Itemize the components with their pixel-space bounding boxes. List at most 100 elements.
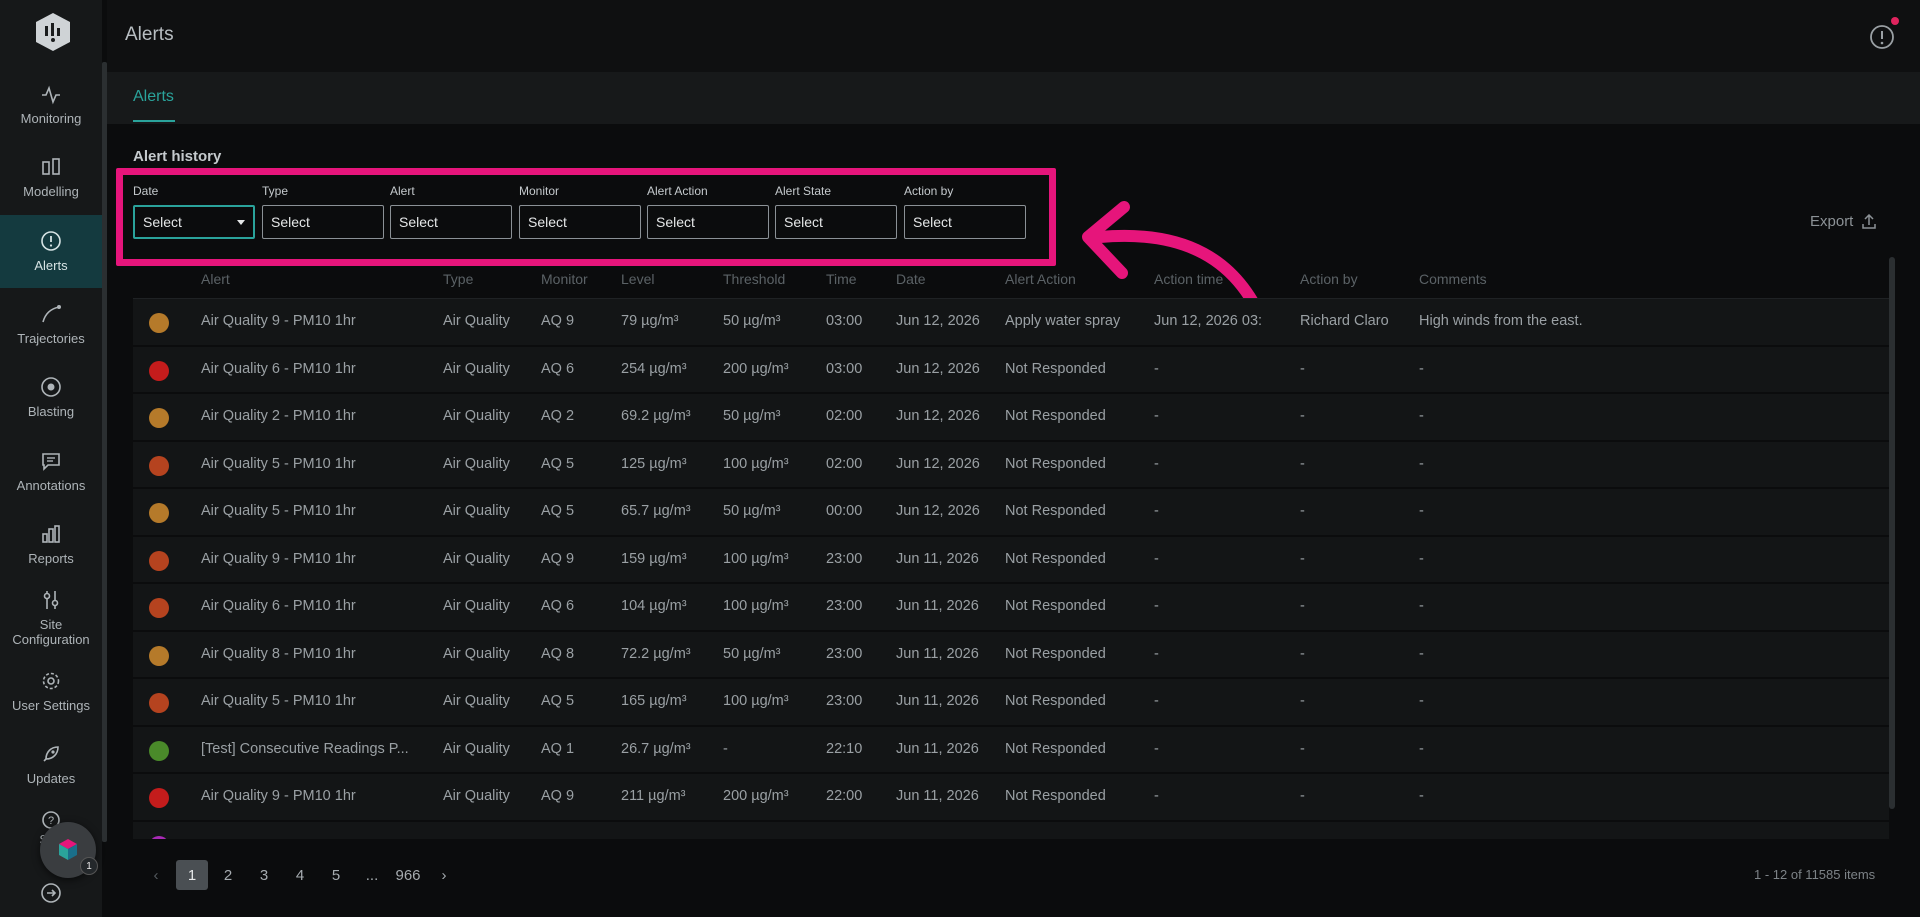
table-cell: - — [1300, 693, 1305, 709]
sidebar-item-alerts[interactable]: Alerts — [0, 214, 102, 288]
modelling-icon — [42, 158, 60, 176]
severity-indicator — [149, 835, 169, 839]
table-cell: - — [1300, 503, 1305, 519]
severity-indicator — [149, 645, 169, 666]
page-button[interactable]: 5 — [320, 860, 352, 890]
table-cell: - — [1300, 645, 1305, 662]
table-header: Alert Type Monitor Level Threshold Time Date Al… — [133, 257, 1889, 299]
column-header[interactable]: Action time — [1154, 271, 1264, 287]
sidebar-item-annotations[interactable]: Annotations — [0, 434, 102, 507]
sidebar-item-blasting[interactable]: Blasting — [0, 361, 102, 434]
table-row[interactable]: Air Quality 5 - PM10 1hr Air Quality AQ 5 1… — [133, 441, 1889, 489]
table-row[interactable]: Air Quality 6 - PM10 1hr Air Quality AQ 6 1… — [133, 584, 1889, 632]
sidebar: Monitoring Modelling Alerts Trajectories Bla… — [0, 0, 102, 917]
column-header[interactable]: Level — [621, 271, 716, 287]
sliders-icon — [43, 590, 59, 609]
severity-indicator — [149, 693, 169, 713]
table-cell: - — [1300, 598, 1305, 614]
notifications-icon[interactable] — [1869, 24, 1895, 50]
sidebar-item-updates[interactable]: Updates — [0, 728, 102, 801]
severity-indicator — [149, 550, 169, 571]
table-row[interactable]: Air Quality 9 - PM10 1hr Air Quality AQ 9 2… — [133, 774, 1889, 822]
column-header[interactable]: Comments — [1419, 271, 1869, 287]
table-row[interactable]: Air Quality 5 - PM10 1hr Air Quality AQ 5 1… — [133, 679, 1889, 727]
tab-alerts[interactable]: Alerts — [133, 88, 174, 106]
table-cell: - — [1300, 408, 1305, 424]
table-cell: Air Quality 9 - PM10 1hr — [201, 788, 356, 804]
pagination-info: 1 - 12 of 11585 items — [1754, 867, 1876, 882]
column-header[interactable]: Alert Action — [1005, 271, 1145, 287]
page-button[interactable]: 4 — [284, 860, 316, 890]
table-row[interactable]: Air Quality 5 - PM10 1hr Air Quality AQ 5 6… — [133, 489, 1889, 537]
sidebar-item-label: Reports — [28, 550, 74, 566]
table-row[interactable]: Air Quality 9 - PM10 1hr Air Quality AQ 9 1… — [133, 536, 1889, 584]
logo-icon[interactable] — [34, 12, 72, 52]
column-header[interactable]: Time — [826, 271, 891, 287]
table-scrollbar[interactable] — [1889, 257, 1895, 809]
sidebar-scrollbar[interactable] — [102, 62, 107, 842]
column-header[interactable]: Action by — [1300, 271, 1415, 287]
table-cell: - — [1154, 550, 1159, 567]
table-cell: Jun 11, 2026 — [896, 550, 979, 567]
table-cell: 23:00 — [826, 645, 863, 662]
column-header[interactable]: Monitor — [541, 271, 616, 287]
table-cell: - — [1419, 408, 1424, 424]
table-cell: 03:00 — [826, 360, 863, 377]
export-button[interactable]: Export — [1810, 213, 1877, 230]
prev-page-button[interactable]: ‹ — [140, 860, 172, 890]
table-row[interactable]: Air Quality 8 - PM10 1hr Air Quality AQ 8 7… — [133, 631, 1889, 679]
table-cell: Air Quality 9 - PM10 1hr — [201, 550, 356, 567]
sidebar-item-trajectories[interactable]: Trajectories — [0, 288, 102, 361]
table-cell: Air Quality — [443, 550, 510, 567]
rocket-icon — [43, 746, 59, 762]
sidebar-item-user-settings[interactable]: User Settings — [0, 654, 102, 727]
table-cell: 79 µg/m³ — [621, 313, 679, 329]
sidebar-item-modelling[interactable]: Modelling — [0, 141, 102, 214]
table-row[interactable]: Air Quality 9 - PM10 1hr Air Quality AQ 9 7… — [133, 299, 1889, 347]
page-button[interactable]: 1 — [176, 860, 208, 890]
table-cell: - — [1154, 455, 1159, 472]
column-header[interactable]: Type — [443, 271, 538, 287]
logout-icon[interactable] — [0, 882, 102, 904]
table-cell: - — [1419, 740, 1424, 757]
table-cell: - — [1300, 455, 1305, 472]
page-button[interactable]: 966 — [392, 860, 424, 890]
table-cell: - — [1154, 598, 1159, 614]
table-cell: 00:00 — [826, 503, 863, 519]
table-cell: 50 µg/m³ — [723, 313, 781, 329]
column-header[interactable]: Date — [896, 271, 1001, 287]
column-header[interactable]: Threshold — [723, 271, 823, 287]
table-cell: 200 µg/m³ — [723, 788, 789, 804]
next-page-button[interactable]: › — [428, 860, 460, 890]
table-cell: AQ 6 — [541, 360, 575, 377]
annotation-highlight-box — [116, 168, 1056, 266]
severity-indicator — [149, 408, 169, 428]
table-cell: 100 µg/m³ — [723, 550, 789, 567]
table-cell: Jun 12, 2026 — [896, 503, 980, 519]
table-row[interactable]: [Test] Consecutive Readings P... Air Qual… — [133, 726, 1889, 774]
sidebar-item-reports[interactable]: Reports — [0, 508, 102, 581]
table-row[interactable]: Air Quality 2 - PM10 1hr Air Quality AQ 2 6… — [133, 394, 1889, 442]
sidebar-item-label: Alerts — [34, 257, 68, 273]
table-cell: Not Responded — [1005, 598, 1106, 614]
page-ellipsis[interactable]: ... — [356, 860, 388, 890]
table-cell: 100 µg/m³ — [723, 693, 789, 709]
sidebar-item-label: Site Configuration — [12, 616, 90, 647]
table-cell: - — [1154, 408, 1159, 424]
table-cell: 26.7 µg/m³ — [621, 740, 691, 757]
table-cell: - — [1300, 360, 1305, 377]
table-row[interactable] — [133, 821, 1889, 839]
sidebar-item-label: Blasting — [27, 404, 75, 420]
table-row[interactable]: Air Quality 6 - PM10 1hr Air Quality AQ 6 2… — [133, 346, 1889, 394]
table-cell: Apply water spray — [1005, 313, 1121, 329]
sidebar-item-monitoring[interactable]: Monitoring — [0, 68, 102, 141]
page-title: Alerts — [125, 24, 174, 45]
column-header[interactable]: Alert — [201, 271, 431, 287]
table-cell: 50 µg/m³ — [723, 408, 781, 424]
sidebar-item-site-configuration[interactable]: Site Configuration — [0, 581, 102, 654]
table-cell: Air Quality — [443, 408, 510, 424]
page-button[interactable]: 3 — [248, 860, 280, 890]
page-button[interactable]: 2 — [212, 860, 244, 890]
target-icon — [41, 377, 61, 398]
table-cell: High winds from the east. — [1419, 313, 1583, 329]
